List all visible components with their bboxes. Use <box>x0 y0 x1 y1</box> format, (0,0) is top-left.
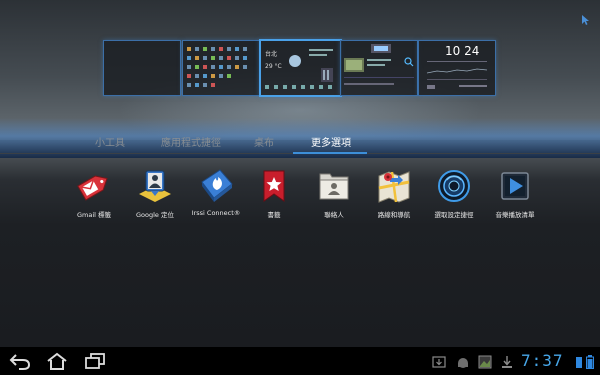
app-icons-grid <box>187 47 247 87</box>
battery-icon[interactable] <box>586 355 594 369</box>
home-icon[interactable] <box>45 352 69 370</box>
shortcut-grid: Gmail 標籤 Google 定位 Irssi Connect® 書籤 聯絡人… <box>0 168 600 228</box>
download-complete-icon[interactable] <box>500 355 514 369</box>
shortcut-gmail-label[interactable]: Gmail 標籤 <box>60 168 128 219</box>
tab-active-indicator <box>293 152 367 154</box>
shortcut-label: 選取設定捷徑 <box>434 211 474 219</box>
homescreen-preview-1[interactable] <box>103 40 181 96</box>
shortcut-settings[interactable]: 選取設定捷徑 <box>420 168 488 219</box>
gallery-notification-icon[interactable] <box>478 355 492 369</box>
shortcut-label: 書籤 <box>267 211 281 219</box>
shortcut-label: 音樂播放清單 <box>495 211 535 219</box>
directions-icon <box>378 171 410 203</box>
shortcut-label: 聯絡人 <box>324 211 344 219</box>
shortcut-music-playlist[interactable]: 音樂播放清單 <box>481 168 549 219</box>
homescreen-previews: 台北 29 °C 10 24 <box>0 0 600 100</box>
music-playlist-icon <box>501 172 529 200</box>
tab-more[interactable]: 更多選項 <box>311 134 351 149</box>
wifi-icon[interactable] <box>575 355 583 369</box>
back-icon[interactable] <box>8 352 32 370</box>
shortcut-label: Gmail 標籤 <box>76 211 112 219</box>
status-clock[interactable]: 7:37 <box>521 351 564 370</box>
settings-shortcut-icon <box>438 170 470 202</box>
homescreen-preview-5[interactable]: 10 24 <box>418 40 496 96</box>
bookmark-icon <box>263 170 285 202</box>
tab-wallpapers[interactable]: 桌布 <box>254 134 274 149</box>
google-latitude-icon <box>139 170 171 202</box>
irssi-connect-icon <box>201 169 233 202</box>
weather-widget-graphic <box>265 49 333 89</box>
shortcut-directions[interactable]: 路線和導航 <box>360 168 428 219</box>
homescreen-preview-4[interactable] <box>340 40 418 96</box>
widget-tabs: 小工具 應用程式捷徑 桌布 更多選項 <box>0 130 600 156</box>
homescreen-preview-2[interactable] <box>182 40 260 96</box>
contacts-icon <box>319 173 349 200</box>
android-icon[interactable] <box>456 355 470 369</box>
shortcut-contacts[interactable]: 聯絡人 <box>300 168 368 219</box>
homescreen-preview-3[interactable]: 台北 29 °C <box>259 39 342 97</box>
download-tray-icon[interactable] <box>432 355 446 369</box>
shortcut-label: 路線和導航 <box>377 211 411 219</box>
tab-widgets[interactable]: 小工具 <box>95 134 125 149</box>
recent-apps-icon[interactable] <box>83 352 107 370</box>
system-bar: 7:37 <box>0 347 600 375</box>
shortcut-google-latitude[interactable]: Google 定位 <box>121 168 189 219</box>
clock-widget-graphic <box>426 61 488 89</box>
tab-app-shortcuts[interactable]: 應用程式捷徑 <box>161 134 221 149</box>
shortcut-bookmarks[interactable]: 書籤 <box>240 168 308 219</box>
gmail-label-icon <box>77 175 108 201</box>
shortcut-label: Google 定位 <box>136 211 174 219</box>
widgets-graphic <box>344 44 414 85</box>
